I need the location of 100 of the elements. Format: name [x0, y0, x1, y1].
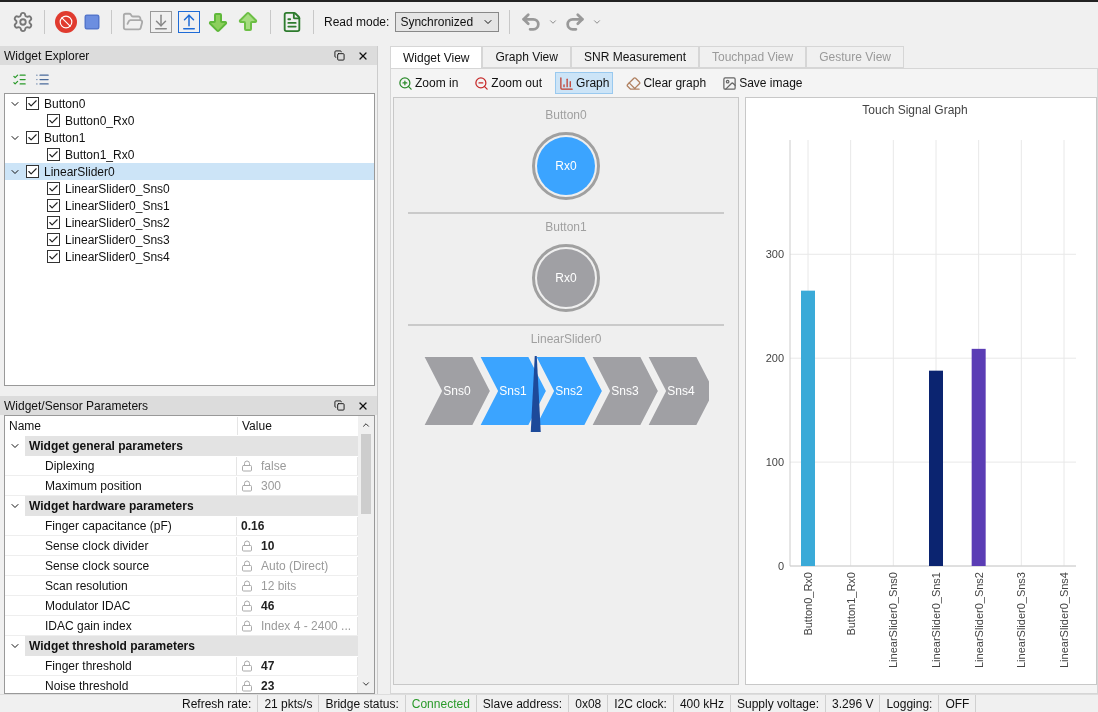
parameter-value: 46: [261, 597, 275, 615]
lock-icon: [241, 679, 253, 692]
bar-chart-icon: [559, 75, 575, 91]
parameter-value: Index 4 - 2400 ...: [261, 617, 352, 635]
scroll-up-icon[interactable]: [361, 420, 371, 430]
checkbox[interactable]: [26, 165, 39, 178]
toolbar-button[interactable]: Zoom out: [471, 72, 546, 94]
float-icon[interactable]: [334, 400, 345, 411]
status-label: Logging:: [880, 694, 940, 712]
category-label: LinearSlider0_Sns3: [1015, 572, 1028, 668]
tree-item[interactable]: Button1: [5, 129, 374, 146]
checkbox[interactable]: [47, 216, 60, 229]
lock-icon: [241, 659, 253, 672]
checkbox[interactable]: [47, 114, 60, 127]
chart-title: Touch Signal Graph: [862, 103, 968, 117]
arrow-down-icon[interactable]: [206, 10, 230, 34]
checkbox[interactable]: [47, 182, 60, 195]
parameter-name: Finger threshold: [5, 656, 237, 675]
tree-item[interactable]: Button0_Rx0: [5, 112, 374, 129]
axis-tick-label: 300: [765, 248, 784, 261]
category-label: LinearSlider0_Sns1: [930, 572, 942, 668]
checkbox[interactable]: [26, 131, 39, 144]
status-label: Supply voltage:: [730, 694, 827, 712]
axis-tick-label: 100: [765, 456, 784, 469]
parameter-name: Finger capacitance (pF): [5, 516, 237, 535]
scrollbar[interactable]: [358, 416, 374, 693]
download-icon[interactable]: [150, 11, 172, 33]
category-label: Button0_Rx0: [802, 572, 814, 636]
parameter-name: Sense clock source: [5, 556, 237, 575]
tree-item[interactable]: Button1_Rx0: [5, 146, 374, 163]
parameter-name: Sense clock divider: [5, 536, 237, 555]
parameter-name: Noise threshold: [5, 676, 237, 693]
upload-icon[interactable]: [178, 11, 200, 33]
status-value: 3.296 V: [831, 695, 875, 712]
lock-icon: [241, 539, 253, 552]
panel-title: Widget/Sensor Parameters: [4, 397, 150, 415]
tree-item[interactable]: LinearSlider0_Sns4: [5, 248, 374, 265]
parameter-name: Modulator IDAC: [5, 596, 237, 615]
checkbox[interactable]: [47, 148, 60, 161]
button-sensor: Rx0: [532, 244, 600, 312]
tab[interactable]: SNR Measurement: [570, 46, 699, 68]
redo-icon[interactable]: [564, 11, 587, 33]
parameter-value: false: [261, 457, 287, 475]
category-label: LinearSlider0_Sns4: [1058, 572, 1070, 668]
status-value: 400 kHz: [678, 695, 725, 712]
toolbar-button[interactable]: Clear graph: [623, 72, 710, 94]
status-label: I2C clock:: [608, 694, 674, 712]
parameter-value: Auto (Direct): [261, 557, 329, 575]
status-value: 21 pkts/s: [263, 695, 314, 712]
group-header: Widget threshold parameters: [25, 636, 358, 656]
tree-item[interactable]: LinearSlider0_Sns2: [5, 214, 374, 231]
status-label: Bridge status:: [319, 694, 406, 712]
checkbox[interactable]: [47, 199, 60, 212]
tab[interactable]: Graph View: [482, 46, 571, 68]
caret-icon[interactable]: [592, 17, 603, 27]
tree-item[interactable]: LinearSlider0_Sns1: [5, 197, 374, 214]
tree-item[interactable]: LinearSlider0_Sns3: [5, 231, 374, 248]
status-value: Connected: [410, 695, 471, 712]
checkbox[interactable]: [47, 250, 60, 263]
toolbar-button[interactable]: Graph: [555, 72, 614, 94]
slider-segment: Sns3: [589, 356, 661, 427]
tree-item[interactable]: Button0: [5, 95, 374, 112]
settings-icon[interactable]: [12, 11, 34, 33]
lock-icon: [241, 559, 253, 572]
scroll-thumb[interactable]: [361, 434, 371, 514]
slider-segment: Sns4: [645, 356, 709, 427]
zoom-out-icon: [474, 75, 490, 91]
group-header: Widget hardware parameters: [25, 496, 358, 516]
parameter-name: Maximum position: [5, 476, 237, 495]
status-label: Refresh rate:: [176, 694, 259, 712]
read-mode-label: Read mode:: [324, 14, 390, 31]
widget-title: LinearSlider0: [530, 331, 602, 348]
undo-icon[interactable]: [520, 11, 543, 33]
tab[interactable]: Widget View: [390, 46, 483, 68]
lock-icon: [241, 459, 253, 472]
widget-title: Button1: [545, 219, 587, 236]
uncheck-all-icon[interactable]: [35, 71, 50, 87]
check-all-icon[interactable]: [12, 71, 27, 87]
tree-item[interactable]: LinearSlider0: [5, 163, 374, 180]
toolbar-button[interactable]: Zoom in: [395, 72, 462, 94]
scroll-down-icon[interactable]: [361, 679, 371, 689]
checkbox[interactable]: [26, 97, 39, 110]
button-sensor: Rx0: [532, 132, 600, 200]
tree-item[interactable]: LinearSlider0_Sns0: [5, 180, 374, 197]
stop-icon[interactable]: [55, 11, 77, 33]
caret-icon[interactable]: [548, 17, 559, 27]
parameter-value: 0.16: [241, 517, 265, 535]
lock-icon: [241, 479, 253, 492]
lock-icon: [241, 579, 253, 592]
axis-tick-label: 0: [777, 560, 784, 572]
widget-title: Button0: [545, 107, 587, 124]
float-icon[interactable]: [334, 50, 345, 61]
parameter-value: 300: [261, 477, 282, 495]
toolbar-button[interactable]: Save image: [719, 72, 806, 94]
checkbox[interactable]: [47, 233, 60, 246]
square-icon[interactable]: [83, 13, 101, 31]
document-icon[interactable]: [281, 11, 303, 33]
group-header: Widget general parameters: [25, 436, 358, 456]
read-mode-select[interactable]: Synchronized: [395, 12, 500, 32]
parameter-name: Scan resolution: [5, 576, 237, 595]
